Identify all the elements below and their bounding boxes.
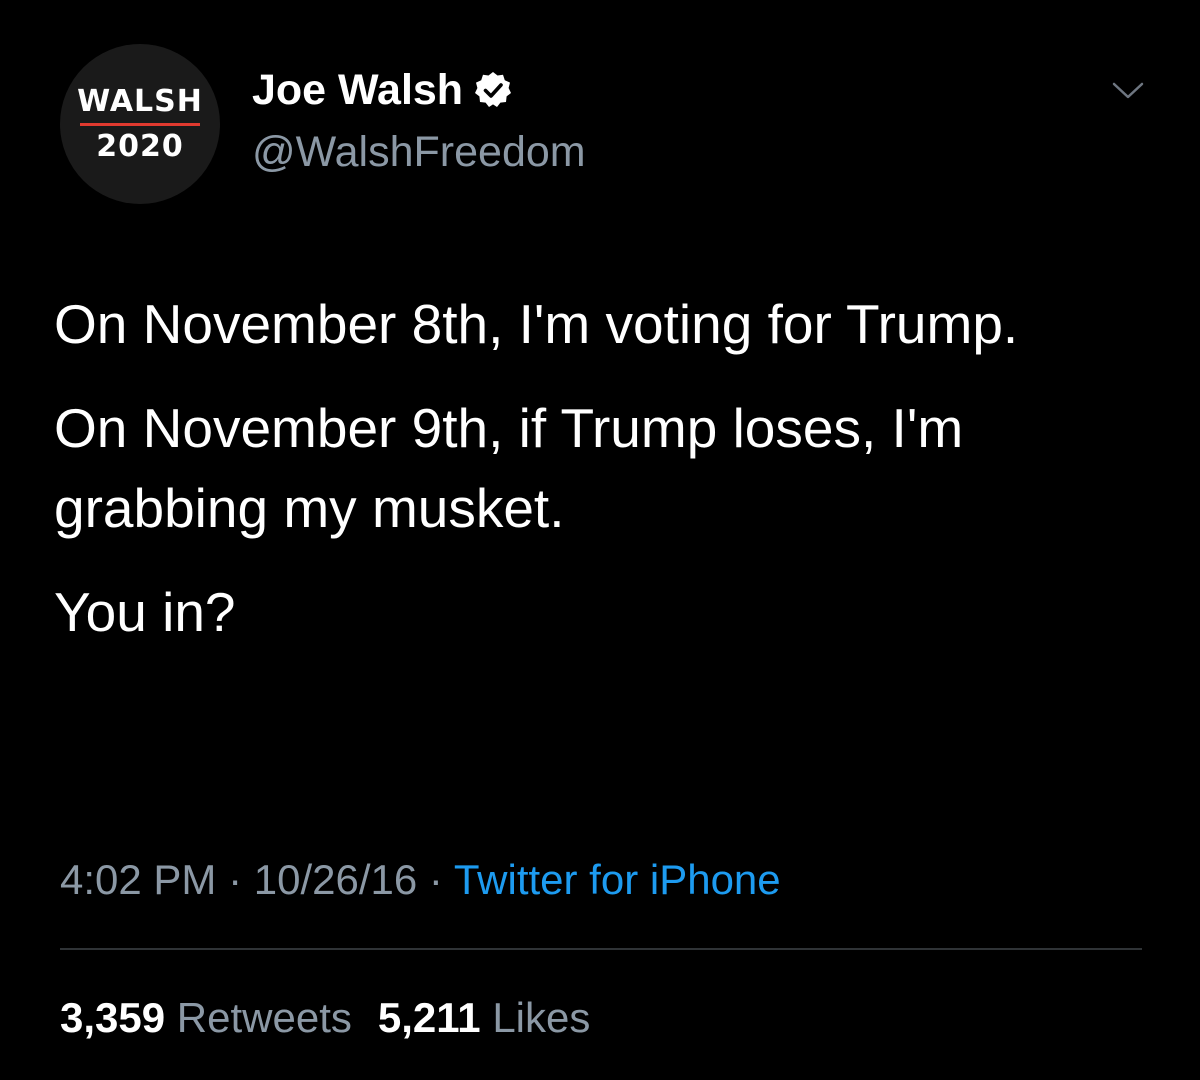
tweet-text: On November 8th, I'm voting for Trump. O… bbox=[54, 284, 1154, 676]
tweet-source-link[interactable]: Twitter for iPhone bbox=[454, 856, 781, 903]
avatar-text-line1: WALSH bbox=[77, 83, 203, 119]
chevron-down-icon[interactable] bbox=[1110, 76, 1146, 104]
tweet-time[interactable]: 4:02 PM bbox=[60, 856, 216, 903]
tweet-paragraph: You in? bbox=[54, 581, 236, 643]
divider bbox=[60, 948, 1142, 950]
tweet-paragraph: On November 8th, I'm voting for Trump. bbox=[54, 293, 1019, 355]
retweets-count: 3,359 bbox=[60, 994, 166, 1041]
meta-separator: · bbox=[216, 856, 254, 903]
tweet-card: WALSH 2020 Joe Walsh @WalshFreedom On No… bbox=[0, 0, 1200, 1080]
likes-label: Likes bbox=[492, 994, 591, 1041]
avatar-divider bbox=[80, 122, 200, 126]
retweets-stat[interactable]: 3,359 Retweets bbox=[60, 994, 352, 1041]
avatar-text-line2: 2020 bbox=[96, 128, 184, 164]
verified-badge-icon bbox=[473, 70, 513, 110]
author-handle[interactable]: @WalshFreedom bbox=[252, 126, 586, 178]
retweets-label: Retweets bbox=[176, 994, 352, 1041]
likes-count: 5,211 bbox=[377, 994, 481, 1041]
tweet-date[interactable]: 10/26/16 bbox=[254, 856, 418, 903]
likes-stat[interactable]: 5,211 Likes bbox=[378, 994, 591, 1041]
tweet-paragraph: On November 9th, if Trump loses, I'm gra… bbox=[54, 397, 964, 539]
tweet-meta: 4:02 PM · 10/26/16 · Twitter for iPhone bbox=[60, 850, 781, 910]
tweet-stats: 3,359 Retweets 5,211 Likes bbox=[60, 988, 590, 1048]
author-name-row[interactable]: Joe Walsh bbox=[252, 64, 513, 116]
avatar[interactable]: WALSH 2020 bbox=[60, 44, 220, 204]
display-name[interactable]: Joe Walsh bbox=[252, 64, 463, 116]
meta-separator: · bbox=[417, 856, 454, 903]
